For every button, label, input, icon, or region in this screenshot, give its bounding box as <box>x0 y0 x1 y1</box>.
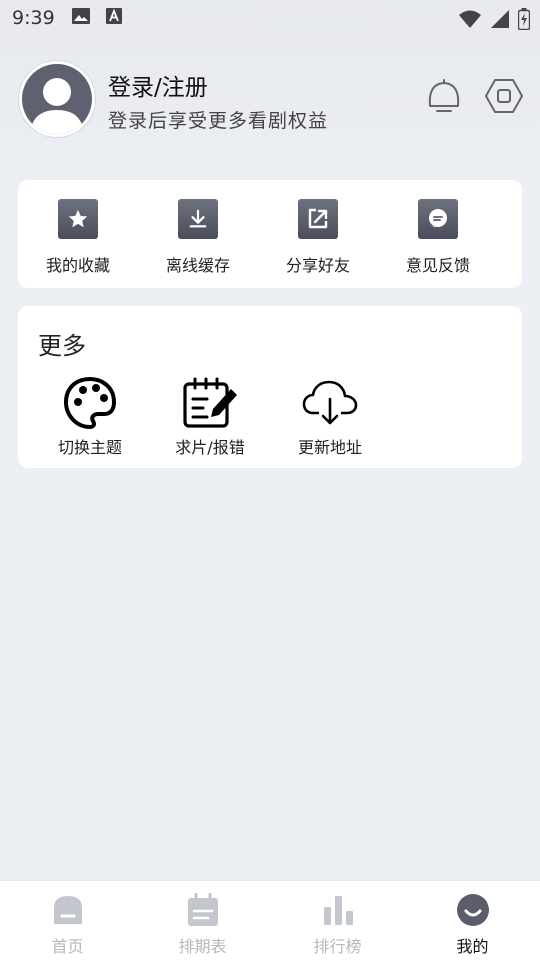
switch-theme-button[interactable]: 切换主题 <box>30 376 150 458</box>
login-subtitle: 登录后享受更多看剧权益 <box>108 110 329 132</box>
more-section-title: 更多 <box>38 332 86 360</box>
update-address-button[interactable]: 更新地址 <box>270 376 390 458</box>
nav-ranking[interactable]: 排行榜 <box>270 881 405 960</box>
nav-home[interactable]: 首页 <box>0 881 135 960</box>
notification-bell-icon[interactable] <box>424 76 464 116</box>
favorites-label: 我的收藏 <box>45 256 110 275</box>
nav-home-label: 首页 <box>51 937 84 956</box>
share-friends-label: 分享好友 <box>285 256 350 275</box>
update-address-label: 更新地址 <box>297 438 362 457</box>
request-report-label: 求片/报错 <box>175 438 245 457</box>
avatar[interactable] <box>18 60 96 138</box>
share-icon <box>298 199 338 239</box>
bottom-nav: 首页 排期表 排行榜 我的 <box>0 880 540 960</box>
offline-cache-label: 离线缓存 <box>165 256 230 275</box>
image-icon <box>71 7 91 30</box>
request-report-button[interactable]: 求片/报错 <box>150 376 270 458</box>
a-text-icon <box>105 7 123 30</box>
wifi-icon <box>458 9 482 34</box>
default-user-icon <box>22 64 92 134</box>
nav-ranking-label: 排行榜 <box>313 937 362 956</box>
quick-actions-card: 我的收藏 离线缓存 分享好友 意见反馈 <box>18 180 522 288</box>
settings-hexagon-icon[interactable] <box>484 76 524 116</box>
more-card: 更多 切换主题 求片/报错 更新地址 <box>18 306 522 468</box>
switch-theme-label: 切换主题 <box>57 438 122 457</box>
nav-schedule[interactable]: 排期表 <box>135 881 270 960</box>
profile-header[interactable]: 登录/注册 登录后享受更多看剧权益 <box>18 60 524 140</box>
nav-mine-label: 我的 <box>456 937 489 956</box>
status-time: 9:39 <box>12 7 55 29</box>
feedback-label: 意见反馈 <box>405 256 470 275</box>
feedback-icon <box>418 199 458 239</box>
cloud-download-icon <box>300 376 360 430</box>
status-bar: 9:39 <box>0 0 540 36</box>
favorites-button[interactable]: 我的收藏 <box>18 180 138 288</box>
star-icon <box>58 199 98 239</box>
home-icon <box>51 893 85 927</box>
signal-icon <box>490 9 510 34</box>
feedback-button[interactable]: 意见反馈 <box>378 180 498 288</box>
smile-icon <box>456 893 490 927</box>
palette-icon <box>60 376 120 430</box>
bar-chart-icon <box>321 893 355 927</box>
share-friends-button[interactable]: 分享好友 <box>258 180 378 288</box>
edit-note-icon <box>180 376 240 430</box>
nav-schedule-label: 排期表 <box>178 937 227 956</box>
nav-mine[interactable]: 我的 <box>405 881 540 960</box>
offline-cache-button[interactable]: 离线缓存 <box>138 180 258 288</box>
login-register-link[interactable]: 登录/注册 <box>108 68 208 102</box>
download-icon <box>178 199 218 239</box>
battery-icon <box>517 8 531 35</box>
calendar-icon <box>186 893 220 927</box>
